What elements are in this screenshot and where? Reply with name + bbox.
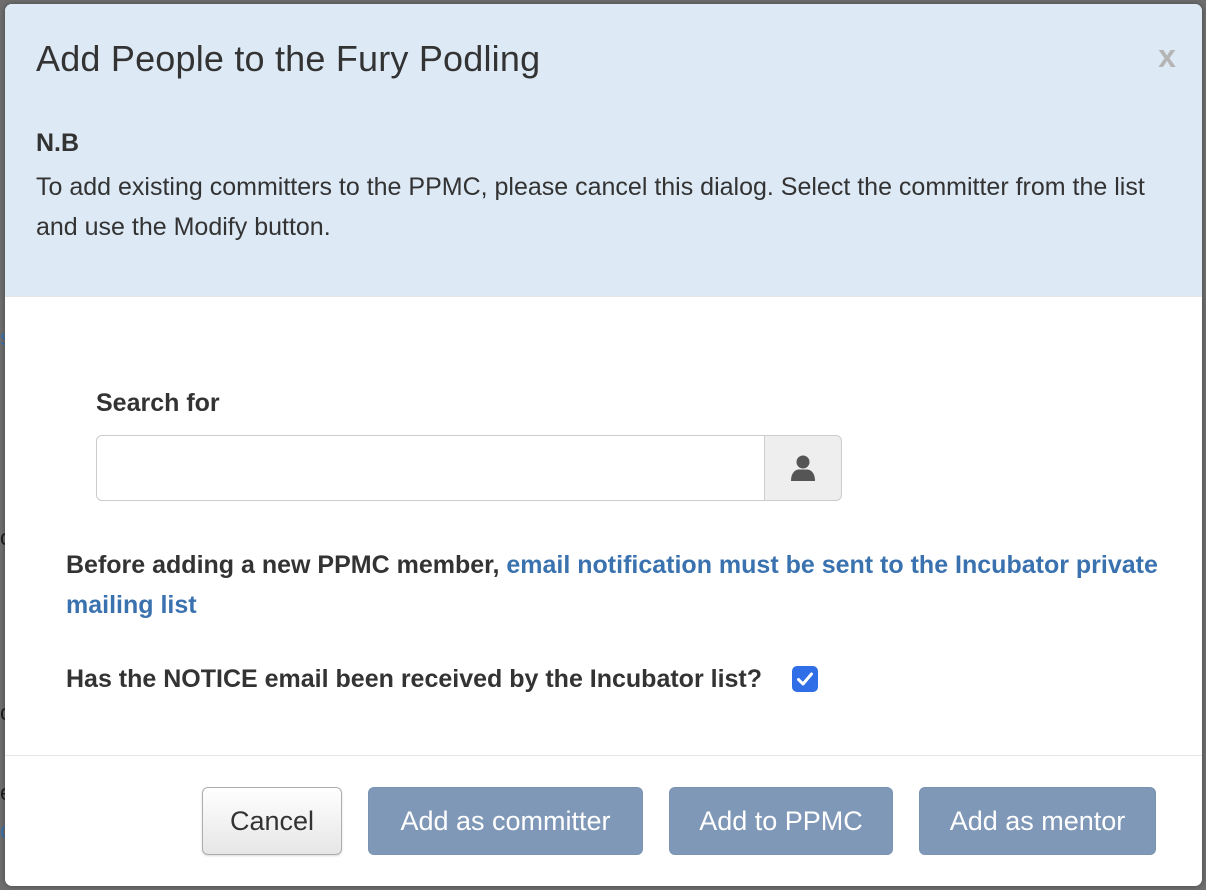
- dialog-header: Add People to the Fury Podling x N.B To …: [5, 4, 1202, 297]
- footer-divider: [5, 755, 1202, 756]
- nb-heading: N.B: [36, 129, 80, 157]
- checkmark-icon: [797, 672, 814, 686]
- add-to-ppmc-button[interactable]: Add to PPMC: [669, 787, 893, 855]
- search-addon[interactable]: [764, 435, 842, 501]
- search-input[interactable]: [96, 435, 764, 501]
- search-label: Search for: [96, 389, 220, 417]
- notice-text: Before adding a new PPMC member, email n…: [66, 545, 1166, 625]
- close-button[interactable]: x: [1147, 36, 1187, 76]
- notice-prefix: Before adding a new PPMC member,: [66, 551, 507, 579]
- notice-received-checkbox[interactable]: [792, 666, 819, 692]
- search-group: [96, 435, 842, 501]
- add-as-mentor-button[interactable]: Add as mentor: [919, 787, 1156, 855]
- add-people-dialog: Add People to the Fury Podling x N.B To …: [5, 4, 1202, 886]
- cancel-button[interactable]: Cancel: [202, 787, 342, 855]
- user-icon: [791, 455, 815, 481]
- add-as-committer-button[interactable]: Add as committer: [368, 787, 643, 855]
- dialog-title: Add People to the Fury Podling: [36, 38, 541, 79]
- notice-question-row: Has the NOTICE email been received by th…: [66, 659, 819, 699]
- notice-question: Has the NOTICE email been received by th…: [66, 664, 763, 693]
- nb-text: To add existing committers to the PPMC, …: [36, 173, 1145, 241]
